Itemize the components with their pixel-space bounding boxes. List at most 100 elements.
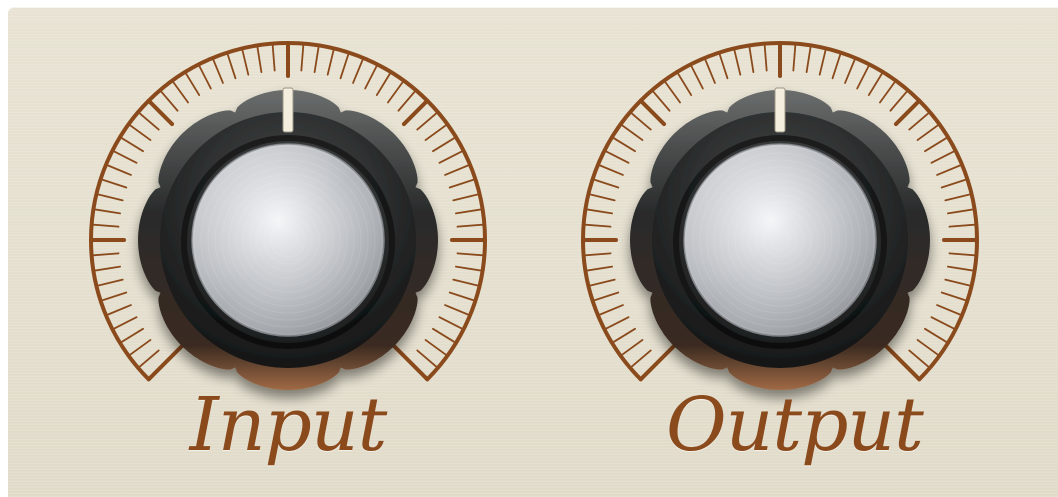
minor-tick (948, 252, 978, 257)
minor-tick (455, 208, 484, 215)
minor-tick (930, 149, 957, 164)
minor-tick (352, 57, 365, 84)
minor-tick (587, 193, 616, 202)
minor-tick (948, 223, 978, 228)
position-indicator (774, 87, 786, 133)
minor-tick (416, 349, 439, 369)
major-tick (146, 98, 175, 127)
minor-tick (432, 327, 457, 344)
minor-tick (241, 47, 250, 76)
minor-tick (763, 42, 768, 72)
minor-tick (226, 51, 237, 80)
minor-tick (95, 193, 124, 202)
minor-tick (448, 178, 477, 189)
minor-tick (375, 71, 392, 96)
minor-tick (452, 278, 481, 287)
minor-tick (127, 123, 152, 141)
minor-tick (879, 79, 897, 104)
minor-tick (718, 51, 729, 80)
minor-tick (889, 89, 909, 112)
minor-tick (397, 89, 417, 112)
output-knob[interactable] (581, 41, 979, 390)
minor-tick (792, 42, 797, 72)
minor-tick (582, 223, 612, 228)
minor-tick (908, 111, 931, 131)
minor-tick (916, 123, 941, 141)
minor-tick (930, 316, 957, 331)
minor-tick (584, 208, 613, 215)
minor-tick (300, 42, 305, 72)
minor-tick (856, 63, 871, 90)
minor-tick (619, 339, 644, 357)
minor-tick (619, 123, 644, 141)
minor-tick (211, 57, 224, 84)
minor-tick (867, 71, 884, 96)
minor-tick (455, 265, 484, 272)
minor-tick (326, 47, 335, 76)
minor-tick (256, 44, 263, 73)
minor-tick (584, 265, 613, 272)
minor-tick (629, 111, 652, 131)
minor-tick (364, 63, 379, 90)
minor-tick (591, 291, 620, 302)
minor-tick (908, 349, 931, 369)
minor-tick (444, 304, 471, 317)
minor-tick (689, 63, 704, 90)
minor-tick (416, 111, 439, 131)
minor-tick (924, 136, 949, 153)
minor-tick (271, 42, 276, 72)
knob-body[interactable] (630, 87, 930, 390)
minor-tick (184, 71, 201, 96)
minor-tick (119, 136, 144, 153)
minor-tick (582, 252, 612, 257)
minor-tick (111, 149, 138, 164)
minor-tick (105, 163, 132, 176)
minor-tick (844, 57, 857, 84)
minor-tick (597, 304, 624, 317)
minor-tick (611, 136, 636, 153)
input-label: Input (189, 382, 388, 468)
position-indicator (282, 87, 294, 133)
minor-tick (676, 71, 693, 96)
major-tick (893, 98, 922, 127)
minor-tick (92, 208, 121, 215)
minor-tick (947, 265, 976, 272)
minor-tick (448, 291, 477, 302)
minor-tick (387, 79, 405, 104)
minor-tick (936, 163, 963, 176)
input-knob[interactable] (89, 41, 487, 390)
minor-tick (127, 339, 152, 357)
minor-tick (452, 193, 481, 202)
minor-tick (936, 304, 963, 317)
minor-tick (105, 304, 132, 317)
minor-tick (438, 149, 465, 164)
minor-tick (805, 44, 812, 73)
minor-tick (663, 79, 681, 104)
output-label: Output (666, 382, 924, 468)
minor-tick (424, 339, 449, 357)
minor-tick (651, 89, 671, 112)
knob-body[interactable] (138, 87, 438, 390)
minor-tick (611, 327, 636, 344)
minor-tick (159, 89, 179, 112)
minor-tick (111, 316, 138, 331)
minor-tick (924, 327, 949, 344)
minor-tick (629, 349, 652, 369)
minor-tick (432, 136, 457, 153)
minor-tick (818, 47, 827, 76)
minor-tick (456, 252, 486, 257)
minor-tick (137, 349, 160, 369)
minor-tick (597, 163, 624, 176)
minor-tick (603, 149, 630, 164)
minor-tick (944, 193, 973, 202)
minor-tick (748, 44, 755, 73)
minor-tick (90, 223, 120, 228)
minor-tick (92, 265, 121, 272)
minor-tick (197, 63, 212, 90)
minor-tick (444, 163, 471, 176)
minor-tick (171, 79, 189, 104)
minor-tick (456, 223, 486, 228)
minor-tick (944, 278, 973, 287)
minor-tick (940, 291, 969, 302)
major-tick (638, 98, 667, 127)
